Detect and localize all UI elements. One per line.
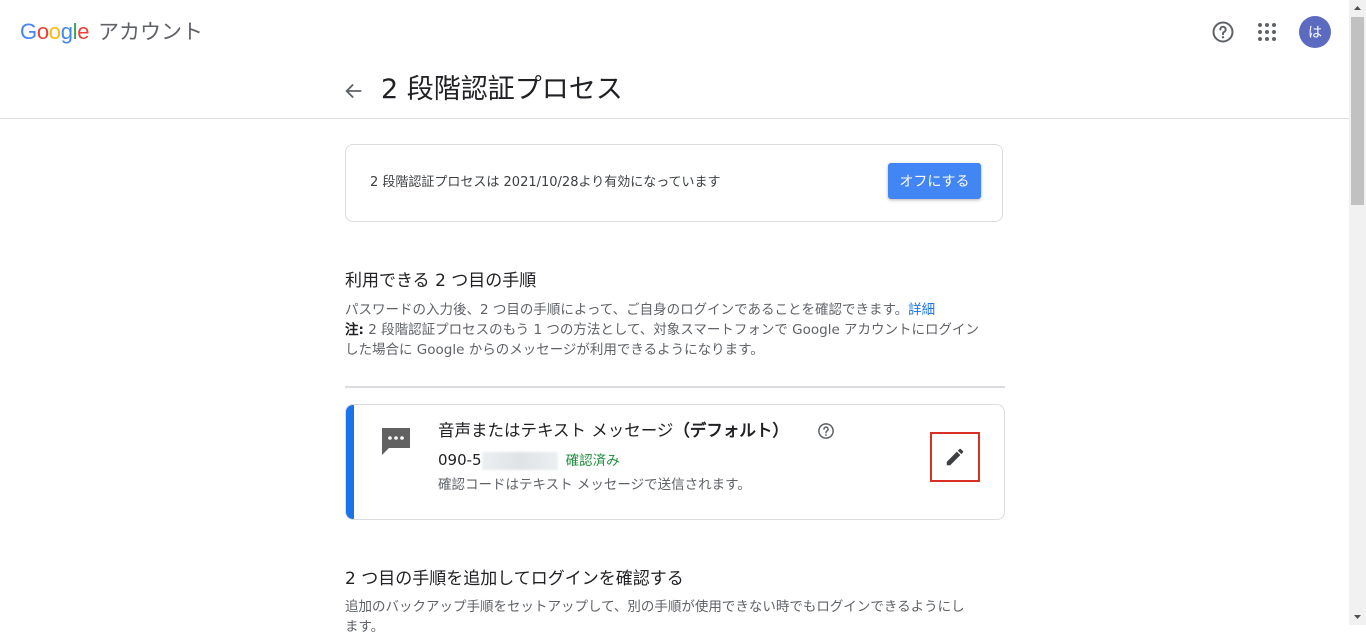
phone-number: 090-5 — [438, 451, 482, 469]
apps-grid-icon[interactable] — [1255, 20, 1279, 44]
method-subtitle: 確認コードはテキスト メッセージで送信されます。 — [438, 477, 751, 493]
voice-text-method-card: 音声またはテキスト メッセージ（デフォルト） 090-5 確認済み 確認コードはテ… — [345, 404, 1005, 520]
product-name: アカウント — [98, 20, 203, 44]
turn-off-button[interactable]: オフにする — [888, 163, 981, 199]
message-icon — [382, 428, 410, 455]
help-outline-icon[interactable] — [817, 422, 835, 440]
default-label: （デフォルト） — [673, 421, 789, 440]
status-text: 2 段階認証プロセスは 2021/10/28より有効になっています — [370, 175, 721, 190]
edit-button[interactable] — [930, 432, 980, 482]
phone-row: 090-5 確認済み — [438, 449, 620, 472]
divider — [345, 386, 1005, 388]
note-text-cont: した場合に Google からのメッセージが利用できるようになります。 — [345, 342, 764, 358]
scroll-thumb[interactable] — [1351, 17, 1364, 205]
google-logo[interactable]: Google — [20, 18, 89, 46]
arrow-left-icon[interactable] — [343, 80, 365, 102]
verified-badge: 確認済み — [565, 453, 620, 469]
add-steps-text: 追加のバックアップ手順をセットアップして、別の手順が使用できない時でもログインで… — [345, 599, 965, 615]
status-card: 2 段階認証プロセスは 2021/10/28より有効になっています オフにする — [345, 144, 1003, 222]
available-steps-title: 利用できる 2 つ目の手順 — [345, 271, 537, 291]
details-link[interactable]: 詳細 — [908, 302, 935, 318]
pencil-icon — [946, 448, 964, 466]
title-bar: 2 段階認証プロセス — [0, 62, 1349, 119]
method-name: 音声またはテキスト メッセージ — [438, 421, 674, 440]
help-icon[interactable] — [1211, 20, 1235, 44]
add-steps-description: 追加のバックアップ手順をセットアップして、別の手順が使用できない時でもログインで… — [345, 597, 1005, 637]
note-text: 2 段階認証プロセスのもう 1 つの方法として、対象スマートフォンで Googl… — [363, 322, 980, 338]
description-text: パスワードの入力後、2 つ目の手順によって、ご自身のログインであることを確認でき… — [345, 302, 909, 318]
method-title: 音声またはテキスト メッセージ（デフォルト） — [438, 419, 789, 443]
app-header: Google アカウント は — [0, 0, 1349, 62]
scroll-down-icon[interactable] — [1349, 608, 1366, 625]
add-steps-text-cont: ます。 — [345, 619, 385, 635]
avatar[interactable]: は — [1299, 16, 1331, 48]
vertical-scrollbar[interactable] — [1349, 0, 1366, 625]
add-steps-title: 2 つ目の手順を追加してログインを確認する — [345, 569, 684, 589]
page-title: 2 段階認証プロセス — [381, 74, 623, 105]
phone-redacted — [481, 451, 558, 470]
note-label: 注: — [345, 322, 364, 338]
available-steps-description: パスワードの入力後、2 つ目の手順によって、ご自身のログインであることを確認でき… — [345, 300, 1005, 360]
scroll-up-icon[interactable] — [1349, 0, 1366, 17]
default-accent-bar — [346, 405, 354, 519]
